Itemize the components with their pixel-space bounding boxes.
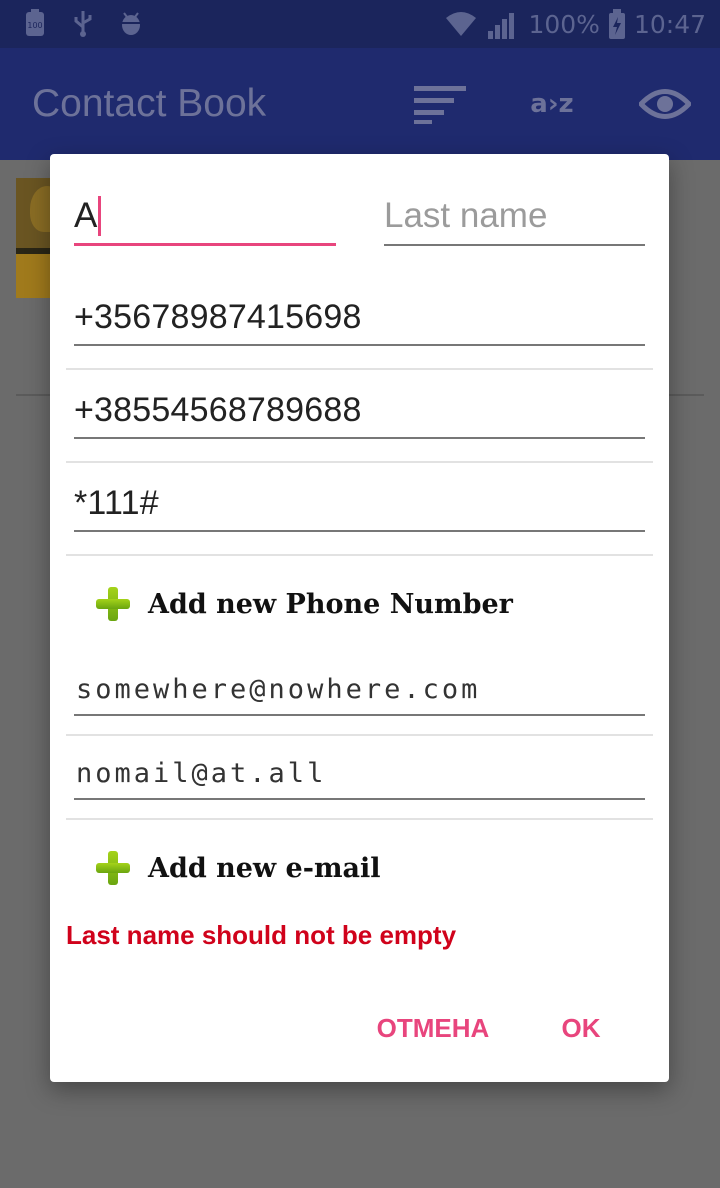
phone-row: +35678987415698 (66, 276, 653, 370)
app-bar: Contact Book a›z (0, 48, 720, 160)
phone-value: *111# (74, 484, 159, 522)
edit-contact-dialog: A +35678987415698 +38554568789688 *111# … (50, 154, 669, 1082)
email-field[interactable]: somewhere@nowhere.com (74, 660, 645, 716)
eye-icon (639, 89, 691, 119)
phone-field[interactable]: +38554568789688 (74, 383, 645, 439)
android-debug-icon (118, 8, 144, 38)
sort-button[interactable] (410, 78, 470, 130)
email-value: somewhere@nowhere.com (76, 674, 481, 705)
add-email-label: Add new e-mail (148, 852, 381, 884)
row-divider (66, 554, 653, 556)
last-name-field[interactable] (384, 190, 645, 246)
first-name-value: A (74, 196, 98, 235)
phone-row: +38554568789688 (66, 369, 653, 463)
ok-button[interactable]: OK (548, 1004, 614, 1052)
phone-field[interactable]: *111# (74, 476, 645, 532)
signal-icon (488, 13, 515, 39)
error-message: Last name should not be empty (66, 920, 457, 950)
app-title: Contact Book (32, 82, 267, 125)
status-bar: 100 100% 10:47 (0, 0, 720, 48)
text-cursor (98, 196, 101, 236)
email-value: nomail@at.all (76, 758, 327, 789)
email-field[interactable]: nomail@at.all (74, 744, 645, 800)
last-name-input[interactable] (384, 190, 645, 242)
cancel-button[interactable]: ОТМЕНА (368, 1004, 498, 1052)
email-row: nomail@at.all (66, 736, 653, 820)
row-divider (66, 818, 653, 820)
battery-100-icon: 100 (22, 8, 48, 38)
usb-icon (70, 8, 96, 38)
email-row: somewhere@nowhere.com (66, 652, 653, 736)
alphabetical-sort-button[interactable]: a›z (522, 78, 582, 130)
phone-value: +35678987415698 (74, 298, 362, 336)
sort-icon (414, 86, 466, 124)
plus-icon (94, 585, 132, 623)
visibility-button[interactable] (636, 78, 694, 130)
battery-icon (608, 9, 625, 39)
add-phone-button[interactable]: Add new Phone Number (94, 576, 513, 632)
wifi-icon (446, 12, 477, 36)
first-name-field[interactable]: A (74, 190, 336, 246)
az-label: a›z (530, 89, 574, 119)
add-phone-label: Add new Phone Number (148, 588, 513, 620)
add-email-button[interactable]: Add new e-mail (94, 840, 381, 896)
plus-icon (94, 849, 132, 887)
phone-field[interactable]: +35678987415698 (74, 290, 645, 346)
battery-badge-text: 100 (27, 21, 42, 30)
phone-row: *111# (66, 462, 653, 556)
clock: 10:47 (633, 9, 706, 39)
phone-value: +38554568789688 (74, 391, 362, 429)
battery-percent: 100% (528, 9, 600, 39)
